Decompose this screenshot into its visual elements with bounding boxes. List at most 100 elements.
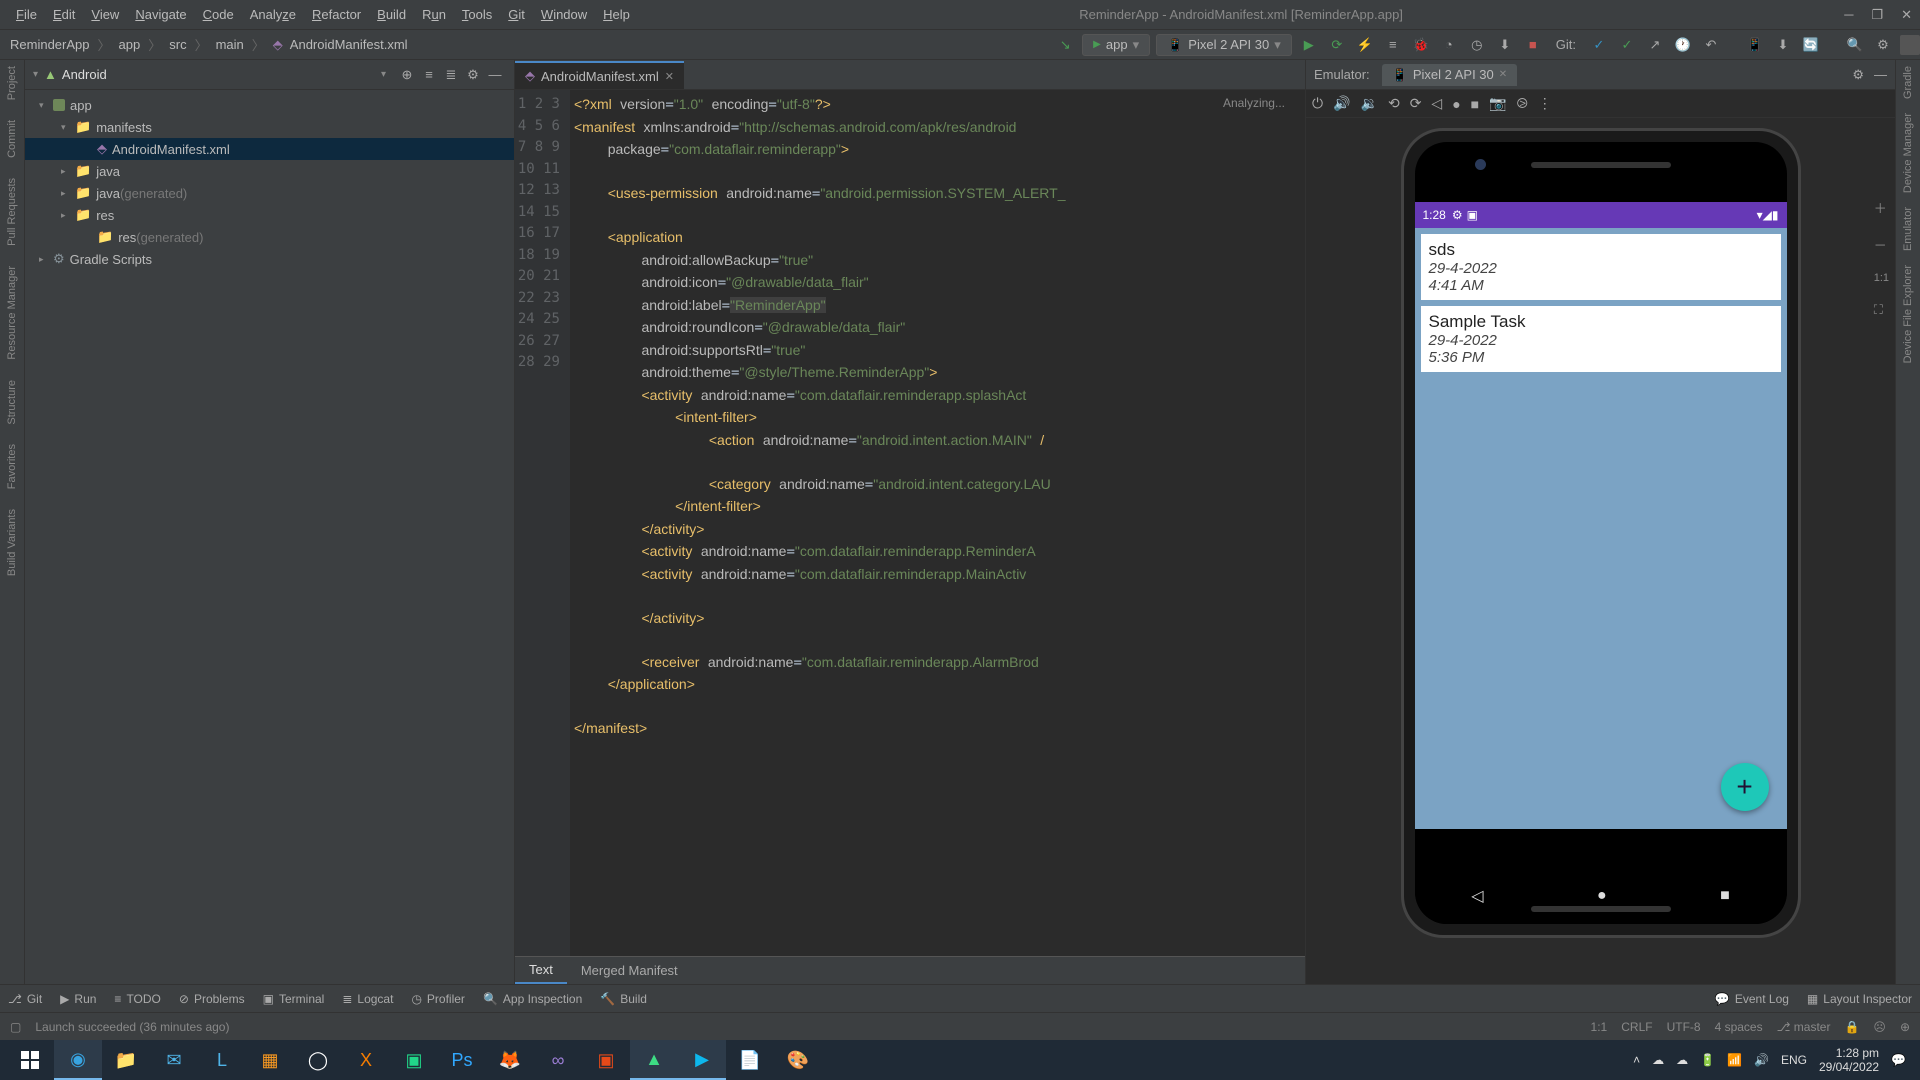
zoom-11-label[interactable]: 1:1 [1874,272,1889,284]
tray-language[interactable]: ENG [1781,1053,1807,1067]
zoom-in-icon[interactable]: ＋ [1874,198,1889,217]
target-icon[interactable]: ⊕ [396,67,418,83]
tool-problems[interactable]: ⊘ Problems [179,992,245,1006]
power-icon[interactable]: ⏻ [1312,95,1323,112]
tool-event-log[interactable]: 💬 Event Log [1715,992,1789,1006]
panel-settings-icon[interactable]: ⚙ [462,67,484,83]
close-emulator-tab-icon[interactable]: ✕ [1499,69,1507,80]
git-push-icon[interactable]: ↗ [1644,34,1666,56]
gutter-build-variants[interactable]: Build Variants [6,509,18,576]
tray-onedrive-icon[interactable]: ☁ [1676,1053,1688,1067]
git-update-icon[interactable]: ✓ [1588,34,1610,56]
nav-back-icon[interactable]: ◁ [1471,886,1483,906]
tray-volume-icon[interactable]: 🔊 [1754,1053,1769,1067]
tree-row[interactable]: ▸📁java (generated) [25,182,514,204]
git-commit-icon[interactable]: ✓ [1616,34,1638,56]
taskbar-app1[interactable]: L [198,1040,246,1080]
attach-debugger-icon[interactable]: ⬇ [1494,34,1516,56]
screenshot-icon[interactable]: 📷 [1489,95,1506,112]
minimize-icon[interactable]: ─ [1844,7,1853,23]
nav-home-icon[interactable]: ● [1597,887,1607,905]
tray-chevron-icon[interactable]: ˄ [1633,1053,1640,1067]
fab-add[interactable]: + [1721,763,1769,811]
taskbar-terminal[interactable]: ▶ [678,1040,726,1080]
cursor-position[interactable]: 1:1 [1591,1020,1608,1034]
tool-terminal[interactable]: ▣ Terminal [263,992,325,1006]
window-icon[interactable]: ▢ [10,1020,21,1034]
overview-icon[interactable]: ■ [1471,96,1479,112]
indent-setting[interactable]: 4 spaces [1715,1020,1763,1034]
tool-todo[interactable]: ≡ TODO [114,992,160,1006]
home-icon[interactable]: ● [1452,96,1460,112]
crumb[interactable]: ReminderApp [10,37,90,52]
taskbar-office[interactable]: ▣ [582,1040,630,1080]
run-icon[interactable]: ▶ [1298,34,1320,56]
sync-icon[interactable]: 🔄 [1800,34,1822,56]
gutter-device-file-explorer[interactable]: Device File Explorer [1902,265,1914,363]
line-ending[interactable]: CRLF [1621,1020,1652,1034]
emulator-settings-icon[interactable]: ⚙ [1852,67,1864,83]
taskbar-explorer[interactable]: 📁 [102,1040,150,1080]
menu-navigate[interactable]: Navigate [127,7,194,22]
tree-row[interactable]: ⬘AndroidManifest.xml [25,138,514,160]
expand-all-icon[interactable]: ≡ [418,67,440,82]
crumb[interactable]: src [169,37,186,52]
gutter-pull-requests[interactable]: Pull Requests [6,178,18,246]
run-config-device[interactable]: 📱Pixel 2 API 30▾ [1156,34,1292,56]
taskbar-photoshop[interactable]: Ps [438,1040,486,1080]
tool-logcat[interactable]: ≣ Logcat [342,992,393,1006]
volume-up-icon[interactable]: 🔊 [1333,95,1350,112]
tab-merged-manifest[interactable]: Merged Manifest [567,957,692,984]
tree-row[interactable]: ▾📁manifests [25,116,514,138]
tool-build[interactable]: 🔨 Build [600,992,647,1006]
tree-row[interactable]: ▸📁java [25,160,514,182]
memory-icon[interactable]: ⊕ [1900,1020,1910,1034]
menu-git[interactable]: Git [500,7,533,22]
git-branch[interactable]: ⎇ master [1777,1020,1831,1034]
crumb[interactable]: AndroidManifest.xml [290,37,408,52]
menu-tools[interactable]: Tools [454,7,500,22]
taskbar-pycharm[interactable]: ▣ [390,1040,438,1080]
avd-manager-icon[interactable]: 📱 [1744,34,1766,56]
sdk-manager-icon[interactable]: ⬇ [1772,34,1794,56]
project-view-selector[interactable]: Android [62,67,381,82]
taskbar-chrome[interactable]: ◯ [294,1040,342,1080]
rotate-left-icon[interactable]: ⟲ [1388,95,1400,112]
more-icon[interactable]: ⋮ [1538,95,1552,112]
coverage-icon[interactable]: ◔ [1438,34,1460,56]
collapse-all-icon[interactable]: ≣ [440,67,462,83]
gutter-gradle[interactable]: Gradle [1902,66,1914,99]
taskbar-android-studio[interactable]: ▲ [630,1040,678,1080]
editor-tab[interactable]: ⬘ AndroidManifest.xml ✕ [515,61,684,89]
menu-analyze[interactable]: Analyze [242,7,304,22]
git-history-icon[interactable]: 🕐 [1672,34,1694,56]
gutter-structure[interactable]: Structure [6,380,18,425]
start-button[interactable] [6,1040,54,1080]
menu-build[interactable]: Build [369,7,414,22]
git-revert-icon[interactable]: ↶ [1700,34,1722,56]
emulator-tab[interactable]: 📱 Pixel 2 API 30 ✕ [1382,64,1518,86]
stop-icon[interactable]: ■ [1522,34,1544,56]
volume-down-icon[interactable]: 🔉 [1361,95,1378,112]
tray-battery-icon[interactable]: 🔋 [1700,1053,1715,1067]
tool-git[interactable]: ⎇ Git [8,992,42,1006]
debug-icon[interactable]: ≡ [1382,34,1404,56]
menu-file[interactable]: File [8,7,45,22]
gutter-commit[interactable]: Commit [6,120,18,158]
account-icon[interactable] [1900,35,1920,55]
screen-record-icon[interactable]: ⧁ [1517,95,1528,112]
menu-edit[interactable]: Edit [45,7,83,22]
tool-run[interactable]: ▶ Run [60,992,96,1006]
code-editor[interactable]: <?xml version="1.0" encoding="utf-8"?> <… [570,90,1305,956]
search-icon[interactable]: 🔍 [1844,34,1866,56]
menu-window[interactable]: Window [533,7,595,22]
taskbar-edge[interactable]: ◉ [54,1040,102,1080]
tree-row[interactable]: ▸⚙Gradle Scripts [25,248,514,270]
maximize-icon[interactable]: ❐ [1871,7,1883,23]
lock-icon[interactable]: 🔒 [1844,1020,1859,1034]
menu-help[interactable]: Help [595,7,638,22]
tray-clock[interactable]: 1:28 pm 29/04/2022 [1819,1046,1879,1074]
taskbar-mail[interactable]: ✉ [150,1040,198,1080]
rotate-right-icon[interactable]: ⟳ [1410,95,1422,112]
settings-icon[interactable]: ⚙ [1872,34,1894,56]
